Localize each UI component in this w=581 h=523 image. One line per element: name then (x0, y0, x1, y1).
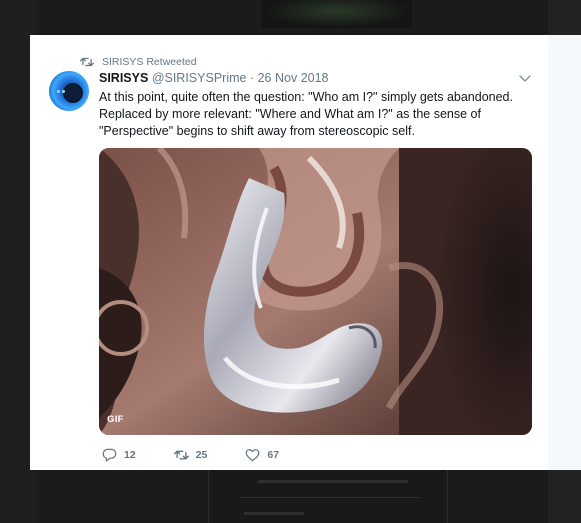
retweet-button[interactable]: 25 (173, 448, 208, 462)
background-divider (240, 497, 420, 498)
retweet-banner: SIRISYS Retweeted (80, 55, 197, 69)
header-separator: · (249, 71, 255, 85)
avatar[interactable] (49, 71, 89, 111)
reply-icon (102, 448, 117, 462)
heart-icon (246, 449, 260, 462)
retweet-banner-label[interactable]: SIRISYS Retweeted (102, 56, 197, 68)
like-button[interactable]: 67 (245, 448, 279, 462)
tweet-header: SIRISYS @SIRISYSPrime · 26 Nov 2018 (99, 71, 329, 85)
background-thumbnail (262, 0, 412, 28)
like-count: 67 (267, 449, 280, 461)
tweet-actions: 12 25 67 (102, 448, 317, 462)
tweet-text: At this point, quite often the question:… (99, 90, 513, 138)
retweet-icon (173, 450, 189, 460)
tweet-date[interactable]: 26 Nov 2018 (258, 71, 329, 85)
chevron-down-icon[interactable] (518, 72, 532, 84)
gif-preview-image (99, 148, 532, 435)
tweet-card[interactable]: SIRISYS Retweeted SIRISYS @SIRISYSPrime … (30, 35, 548, 470)
user-handle[interactable]: @SIRISYSPrime (152, 71, 247, 85)
gif-badge: GIF (107, 414, 124, 425)
reply-button[interactable]: 12 (102, 448, 136, 462)
avatar-ring (63, 83, 83, 103)
avatar-dot (62, 90, 65, 93)
background-text-line (244, 512, 304, 515)
background-text-line (258, 480, 408, 483)
retweet-count: 25 (195, 449, 208, 461)
avatar-dot (57, 90, 60, 93)
display-name[interactable]: SIRISYS (99, 71, 148, 85)
retweet-icon (80, 57, 94, 67)
tweet-media-gif[interactable]: GIF (99, 148, 532, 435)
reply-count: 12 (124, 449, 136, 461)
